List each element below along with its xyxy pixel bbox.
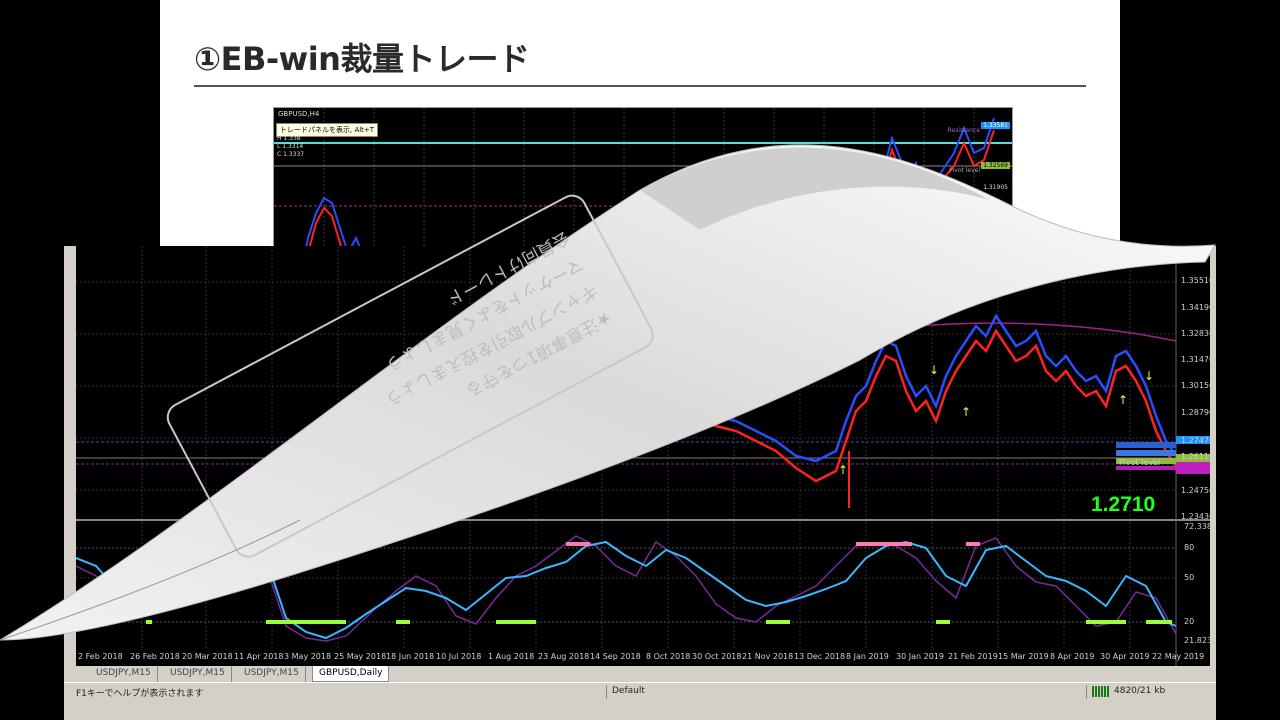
- price-axis-label: 1.30150: [1181, 381, 1210, 390]
- date-label: 23 Aug 2018: [538, 652, 590, 661]
- date-label: 2 Feb 2018: [78, 652, 123, 661]
- date-label: 30 Oct 2018: [692, 652, 742, 661]
- price-axis-label: 1.27470: [1181, 436, 1210, 445]
- date-label: 21 Feb 2019: [948, 652, 998, 661]
- buy-signal-icon: ↑: [1118, 393, 1128, 407]
- date-label: 8 Jan 2019: [846, 652, 889, 661]
- date-label: 20 Mar 2018: [182, 652, 233, 661]
- status-help-text: F1キーでヘルプが表示されます: [76, 689, 204, 699]
- price-axis-label: 1.34190: [1181, 303, 1210, 312]
- price-axis-label: 1.24750: [1181, 486, 1210, 495]
- status-separator: [606, 685, 607, 699]
- price-axis-label: 1.36570: [1181, 250, 1210, 259]
- tab-usdjpy-m15[interactable]: USDJPY,M15: [164, 666, 232, 682]
- date-label: 8 Oct 2018: [646, 652, 691, 661]
- title-underline: [194, 85, 1086, 87]
- date-label: 26 Feb 2018: [130, 652, 180, 661]
- price-axis-label: 1.32569: [981, 162, 1010, 169]
- slide-title: ①EB-win裁量トレード: [194, 40, 530, 78]
- price-axis-label: 1.28790: [1181, 408, 1210, 417]
- buy-signal-icon: ↑: [961, 405, 971, 419]
- status-separator: [1086, 685, 1087, 699]
- price-axis-label: 1.31470: [1181, 355, 1210, 364]
- date-axis: 2 Feb 2018 26 Feb 2018 20 Mar 2018 11 Ap…: [76, 648, 1210, 666]
- date-label: 22 May 2019: [1152, 652, 1205, 661]
- oscillator-axis-label: 80: [1184, 543, 1195, 552]
- date-label: 1 Aug 2018: [488, 652, 535, 661]
- date-label: 30 Apr 2019: [1100, 652, 1150, 661]
- tab-usdjpy-m15[interactable]: USDJPY,M15: [238, 666, 306, 682]
- tab-gbpusd-daily[interactable]: GBPUSD,Daily: [312, 666, 390, 682]
- status-traffic: 4820/21 kb: [1114, 686, 1166, 696]
- chart-symbol-label: GBPUSD,H4: [278, 110, 320, 118]
- pivot-level-label: Pivot level: [1119, 458, 1161, 467]
- date-label: 8 Apr 2019: [1050, 652, 1095, 661]
- date-label: 18 Jun 2018: [386, 652, 435, 661]
- date-label: 3 May 2018: [284, 652, 332, 661]
- resistance-label: Resistance: [947, 127, 980, 134]
- oscillator-axis-label: 72.3384: [1184, 522, 1210, 531]
- buy-signal-icon: ↑: [838, 463, 848, 477]
- ohlc-low: L 1.3314: [277, 143, 304, 150]
- date-label: 14 Sep 2018: [590, 652, 641, 661]
- oscillator-axis-label: 50: [1184, 573, 1195, 582]
- current-price: 1.2710: [1091, 493, 1156, 516]
- status-bar: F1キーでヘルプが表示されます Default 4820/21 kb: [64, 682, 1216, 700]
- date-label: 10 Jul 2018: [436, 652, 482, 661]
- date-label: 30 Jan 2019: [896, 652, 944, 661]
- price-axis-label: 1.35510: [1181, 276, 1210, 285]
- date-label: 11 Apr 2018: [234, 652, 284, 661]
- date-label: 25 May 2018: [334, 652, 387, 661]
- price-axis-label: 1.26110: [1181, 452, 1210, 461]
- sell-signal-icon: ↓: [929, 363, 939, 377]
- oscillator-axis-label: 21.8238: [1184, 636, 1210, 645]
- status-profile: Default: [612, 686, 645, 696]
- ohlc-close: C 1.3337: [277, 151, 305, 158]
- trading-platform-window: ↓ ↓ ↑ ↑ ↑ 1.3657 1.3551 1.3419 1.3283 1.…: [64, 246, 1216, 720]
- date-label: 13 Dec 2018: [794, 652, 846, 661]
- date-label: 21 Nov 2018: [742, 652, 794, 661]
- tab-usdjpy-m15[interactable]: USDJPY,M15: [90, 666, 158, 682]
- price-axis-label: 1.23430: [1181, 512, 1210, 521]
- connection-bars-icon: [1092, 686, 1110, 697]
- price-axis-label: 1.33581: [981, 122, 1010, 129]
- price-axis-label: 1.32830: [1181, 329, 1210, 338]
- date-label: 15 Mar 2019: [998, 652, 1049, 661]
- pivot-label: Pivot level: [949, 167, 980, 174]
- price-axis-label: 1.31905: [983, 184, 1008, 191]
- oscillator-axis-label: 20: [1184, 617, 1195, 626]
- chart-window-daily[interactable]: ↓ ↓ ↑ ↑ ↑ 1.3657 1.3551 1.3419 1.3283 1.…: [76, 246, 1210, 666]
- chart-daily-plot: ↓ ↓ ↑ ↑ ↑: [76, 246, 1210, 666]
- ohlc-high: H 1.338: [277, 135, 301, 142]
- sell-signal-icon: ↓: [1144, 369, 1154, 383]
- chart-tabs: USDJPY,M15 USDJPY,M15 USDJPY,M15 GBPUSD,…: [76, 666, 1210, 682]
